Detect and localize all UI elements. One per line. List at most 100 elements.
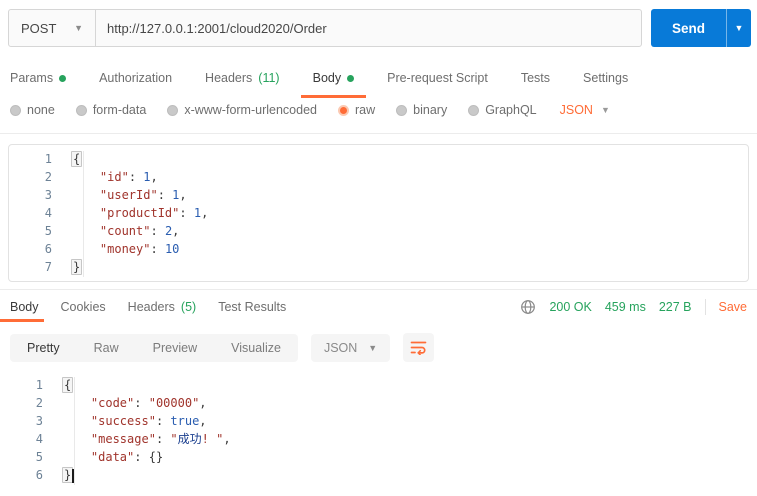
url-input[interactable] — [96, 20, 641, 36]
indent-guide — [83, 151, 84, 277]
radio-label: raw — [355, 103, 376, 117]
code-line: 4 "productId": 1, — [9, 204, 748, 222]
divider — [0, 133, 757, 134]
code-text: "productId": 1, — [99, 206, 209, 220]
network-globe-icon[interactable] — [520, 299, 536, 315]
view-label: Pretty — [27, 340, 60, 355]
line-number: 7 — [44, 260, 52, 274]
radio-selected-icon — [338, 104, 349, 116]
tab-body[interactable]: Body — [300, 71, 366, 98]
code-text: "count": 2, — [99, 224, 180, 238]
body-type-row: none form-data x-www-form-urlencoded raw… — [0, 97, 757, 133]
tab-label: Headers — [205, 71, 253, 85]
response-time: 459 ms — [604, 299, 646, 314]
send-options-button[interactable]: ▼ — [727, 9, 751, 47]
send-split-button: Send ▼ — [651, 9, 751, 47]
radio-icon — [396, 104, 408, 116]
code-text: { — [62, 377, 74, 393]
tab-label: Params — [10, 71, 54, 85]
tab-headers[interactable]: Headers (11) — [205, 71, 280, 85]
line-number: 4 — [44, 206, 52, 220]
tab-label: Authorization — [99, 71, 173, 85]
view-label: Preview — [152, 340, 198, 355]
radio-none[interactable]: none — [10, 103, 55, 117]
chevron-down-icon: ▼ — [600, 105, 610, 115]
response-toolbar: Pretty Raw Preview Visualize JSON ▼ — [0, 323, 757, 368]
green-dot-icon — [59, 74, 67, 82]
code-text: "userId": 1, — [99, 188, 187, 202]
line-number: 2 — [35, 396, 43, 410]
tab-test-results[interactable]: Test Results — [218, 300, 286, 314]
radio-icon — [167, 104, 179, 116]
tab-label: Pre-request Script — [387, 71, 488, 85]
tab-params[interactable]: Params — [10, 71, 67, 85]
tab-settings[interactable]: Settings — [583, 71, 628, 85]
radio-label: binary — [413, 103, 448, 117]
request-bar: POST ▼ Send ▼ — [0, 0, 757, 55]
tab-response-body[interactable]: Body — [0, 299, 43, 322]
code-text: } — [48, 466, 75, 484]
view-raw[interactable]: Raw — [77, 334, 136, 362]
code-text: "code": "00000", — [90, 396, 207, 410]
language-label: JSON — [323, 340, 358, 355]
chevron-down-icon: ▼ — [734, 23, 744, 33]
save-response-button[interactable]: Save — [719, 300, 748, 314]
line-number: 6 — [44, 242, 52, 256]
line-number: 2 — [44, 170, 52, 184]
method-dropdown[interactable]: POST ▼ — [9, 10, 95, 46]
divider — [704, 298, 706, 315]
tab-response-headers[interactable]: Headers (5) — [128, 300, 197, 314]
code-line: 2 "id": 1, — [9, 168, 748, 186]
code-line: 5 "count": 2, — [9, 222, 748, 240]
code-text: "money": 10 — [99, 242, 180, 256]
line-number: 3 — [35, 414, 43, 428]
line-number: 3 — [44, 188, 52, 202]
radio-label: form-data — [92, 103, 147, 117]
radio-label: x-www-form-urlencoded — [184, 103, 317, 117]
request-language-dropdown[interactable]: JSON ▼ — [560, 103, 610, 117]
request-tabs: Params Authorization Headers (11) Body P… — [0, 55, 757, 98]
tab-label: Body — [312, 71, 342, 85]
radio-graphql[interactable]: GraphQL — [468, 103, 537, 117]
tab-label: Tests — [520, 71, 551, 85]
send-button[interactable]: Send — [651, 9, 726, 47]
line-number: 1 — [44, 152, 52, 166]
code-line: 3 "userId": 1, — [9, 186, 748, 204]
wrap-text-icon — [410, 341, 427, 355]
tab-label: Body — [10, 299, 39, 314]
radio-binary[interactable]: binary — [396, 103, 447, 117]
method-label: POST — [21, 20, 57, 36]
view-label: Visualize — [231, 340, 281, 355]
tab-tests[interactable]: Tests — [521, 71, 550, 85]
wrap-text-button[interactable] — [403, 333, 435, 362]
chevron-down-icon: ▼ — [368, 342, 378, 353]
radio-raw[interactable]: raw — [338, 103, 375, 117]
tab-label: Cookies — [60, 299, 106, 314]
radio-form-data[interactable]: form-data — [75, 103, 147, 117]
response-body-editor[interactable]: 1{2 "code": "00000", 3 "success": true, 4 … — [0, 368, 757, 486]
radio-icon — [10, 104, 21, 116]
tab-pre-request-script[interactable]: Pre-request Script — [387, 71, 488, 85]
view-pretty[interactable]: Pretty — [10, 334, 77, 362]
code-line: 3 "success": true, — [0, 412, 757, 430]
radio-icon — [75, 104, 87, 116]
view-preview[interactable]: Preview — [136, 334, 214, 362]
response-tabs: Body Cookies Headers (5) Test Results 20… — [0, 290, 757, 323]
url-group: POST ▼ — [8, 9, 642, 47]
tab-cookies[interactable]: Cookies — [61, 300, 106, 314]
line-number: 4 — [35, 432, 43, 446]
language-label: JSON — [559, 103, 593, 117]
tab-label: Headers — [127, 299, 175, 314]
view-visualize[interactable]: Visualize — [214, 334, 298, 362]
radio-x-www-form-urlencoded[interactable]: x-www-form-urlencoded — [167, 103, 317, 117]
request-body-editor[interactable]: 1{2 "id": 1, 3 "userId": 1, 4 "productId":… — [8, 144, 749, 282]
code-line: 5 "data": {} — [0, 448, 757, 466]
response-language-dropdown[interactable]: JSON ▼ — [310, 333, 391, 362]
line-number: 5 — [35, 450, 43, 464]
radio-label: GraphQL — [485, 103, 537, 117]
line-number: 6 — [35, 468, 43, 482]
tab-label: Test Results — [218, 299, 287, 314]
radio-icon — [468, 104, 480, 116]
tab-authorization[interactable]: Authorization — [99, 71, 172, 85]
headers-count: (11) — [258, 71, 280, 85]
